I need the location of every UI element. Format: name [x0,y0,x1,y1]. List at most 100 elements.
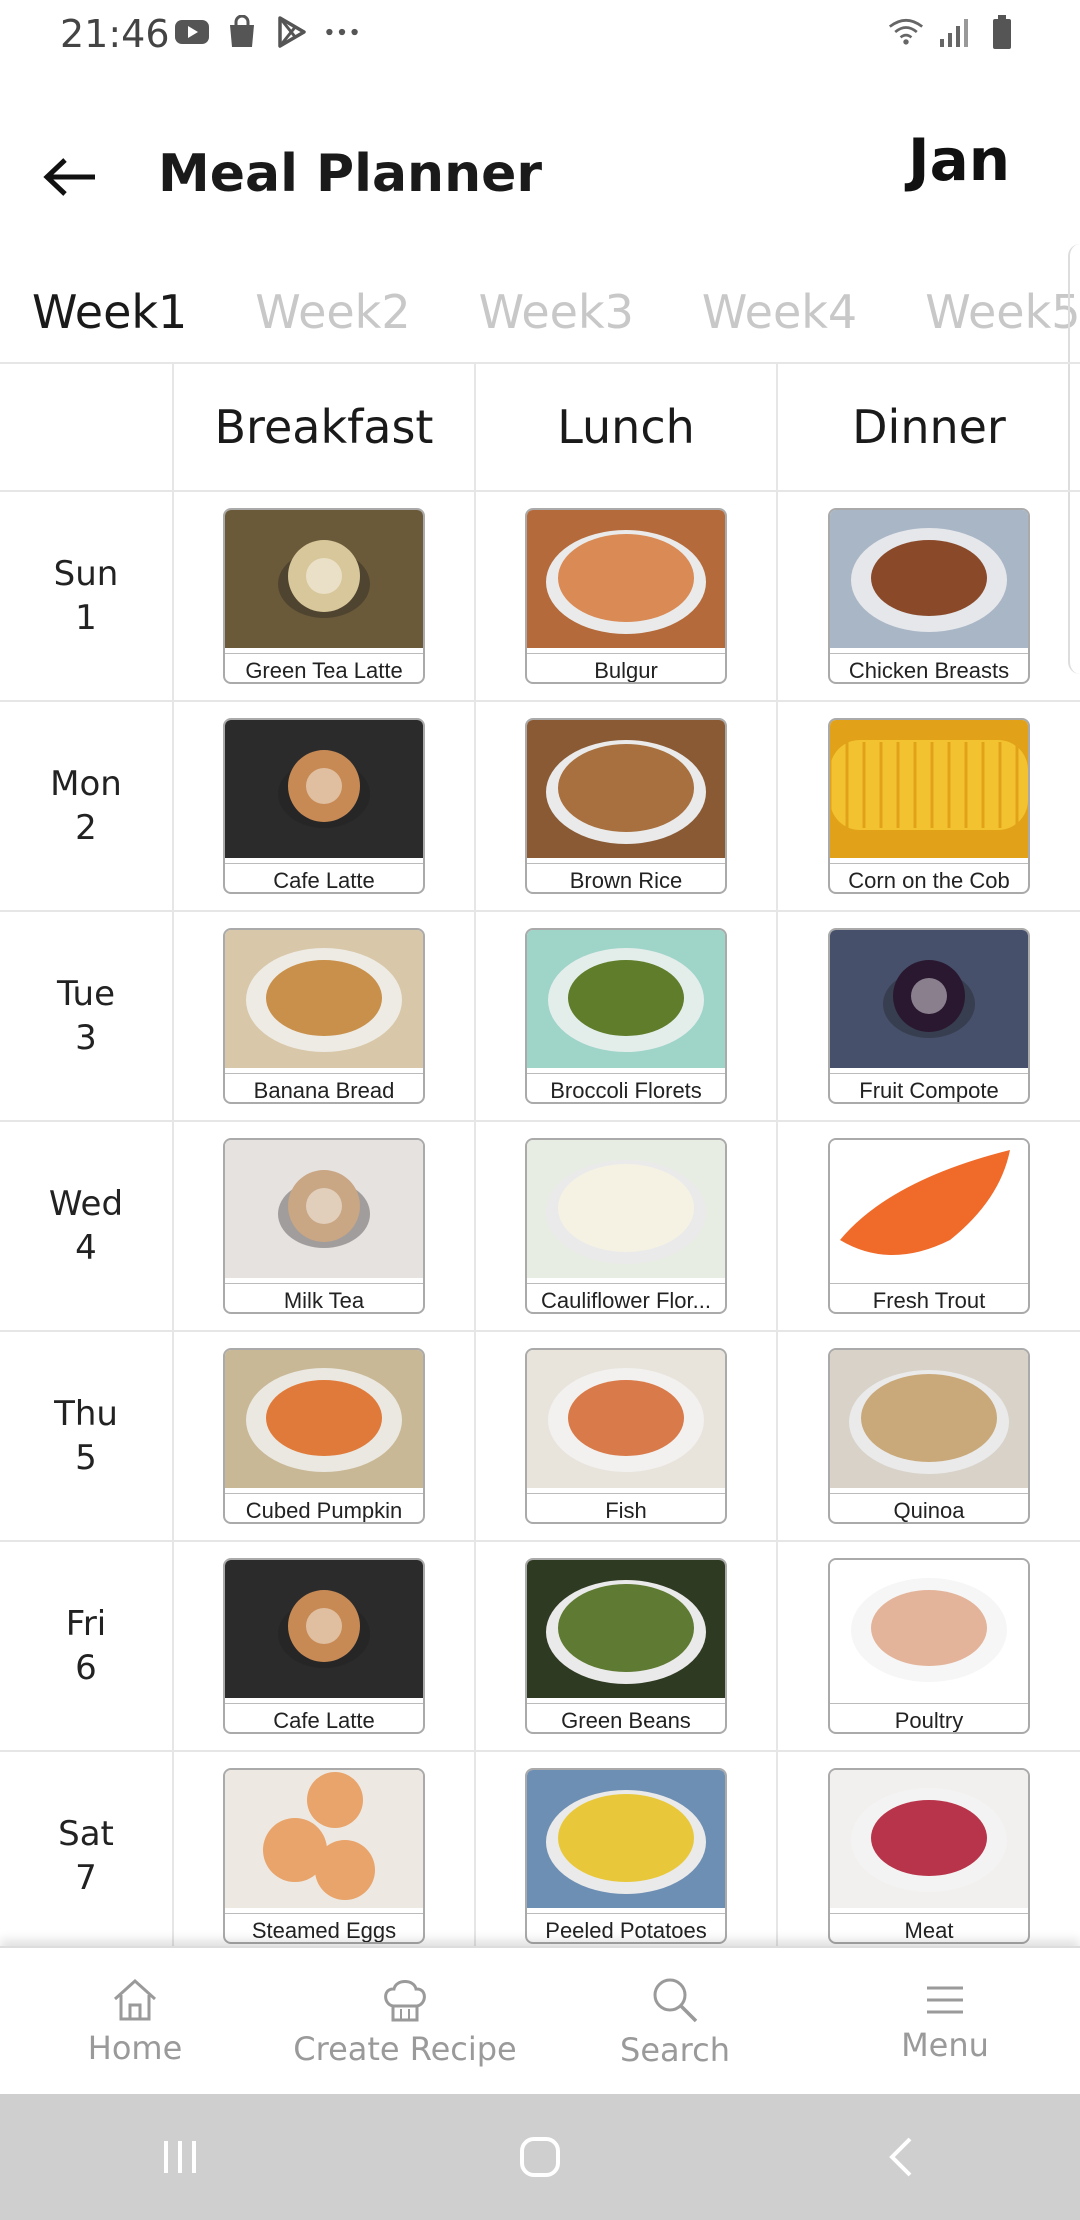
play-store-icon [274,14,310,50]
meal-image [225,510,423,653]
meal-image [830,930,1028,1073]
search-icon [653,1978,698,2023]
meal-name: Bulgur [527,653,725,682]
column-header-lunch: Lunch [476,364,778,490]
day-name: Fri [65,1604,107,1644]
meal-image [527,510,725,653]
tab-week3[interactable]: Week3 [479,285,634,339]
meal-card[interactable]: Cauliflower Flor... [525,1138,727,1314]
meal-cell-lunch: Brown Rice [476,702,778,910]
month-selector[interactable]: Jan [908,126,1010,194]
meal-image [225,1140,423,1283]
meal-cell-dinner: Corn on the Cob [778,702,1080,910]
meal-card[interactable]: Broccoli Florets [525,928,727,1104]
meal-card[interactable]: Steamed Eggs [223,1768,425,1944]
home-system-button[interactable] [500,2117,580,2197]
meal-card[interactable]: Quinoa [828,1348,1030,1524]
tab-week1[interactable]: Week1 [32,285,187,339]
meal-card[interactable]: Corn on the Cob [828,718,1030,894]
day-row: Tue 3 Banana Bread Broccoli Florets Frui… [0,912,1080,1122]
day-label: Sun 1 [54,552,119,640]
meal-card[interactable]: Peeled Potatoes [525,1768,727,1944]
meal-cell-breakfast: Cubed Pumpkin [174,1332,476,1540]
meal-card[interactable]: Green Tea Latte [223,508,425,684]
chef-hat-icon [384,1980,426,2022]
meal-name: Poultry [830,1703,1028,1732]
meal-card[interactable]: Cubed Pumpkin [223,1348,425,1524]
day-number: 3 [75,1018,97,1058]
nav-menu[interactable]: Menu [810,1948,1080,2096]
nav-create-recipe[interactable]: Create Recipe [270,1948,540,2096]
meal-grid: Breakfast Lunch Dinner Sun 1 Green Tea L… [0,362,1080,1950]
signal-icon [936,14,972,50]
column-header-breakfast: Breakfast [174,364,476,490]
day-number: 6 [75,1648,97,1688]
meal-card[interactable]: Cafe Latte [223,718,425,894]
meal-card[interactable]: Milk Tea [223,1138,425,1314]
meal-name: Milk Tea [225,1283,423,1312]
day-cell: Thu 5 [0,1332,174,1540]
day-label: Sat 7 [58,1812,114,1900]
back-arrow-icon [43,158,95,196]
meal-name: Meat [830,1913,1028,1942]
day-row: Thu 5 Cubed Pumpkin Fish Quinoa [0,1332,1080,1542]
meal-image [527,1770,725,1913]
meal-image [527,1560,725,1703]
meal-card[interactable]: Green Beans [525,1558,727,1734]
shopping-bag-icon [224,14,260,50]
tab-week4[interactable]: Week4 [702,285,857,339]
meal-cell-lunch: Bulgur [476,492,778,700]
day-label: Wed 4 [49,1182,123,1270]
day-cell: Tue 3 [0,912,174,1120]
meal-card[interactable]: Poultry [828,1558,1030,1734]
meal-image [830,1350,1028,1493]
meal-image [527,1140,725,1283]
nav-home[interactable]: Home [0,1948,270,2096]
meal-card[interactable]: Banana Bread [223,928,425,1104]
meal-image [225,930,423,1073]
meal-cell-breakfast: Cafe Latte [174,702,476,910]
nav-menu-label: Menu [901,2026,989,2064]
day-cell: Wed 4 [0,1122,174,1330]
meal-card[interactable]: Chicken Breasts [828,508,1030,684]
meal-name: Cafe Latte [225,863,423,892]
day-label: Thu 5 [54,1392,118,1480]
meal-card[interactable]: Brown Rice [525,718,727,894]
day-number: 4 [75,1228,97,1268]
recent-apps-button[interactable] [140,2117,220,2197]
bottom-navigation: Home Create Recipe Search Menu [0,1946,1080,2096]
meal-name: Green Tea Latte [225,653,423,682]
meal-name: Cauliflower Flor... [527,1283,725,1312]
meal-card[interactable]: Fresh Trout [828,1138,1030,1314]
tab-week5[interactable]: Week5 [925,285,1080,339]
corner-cell [0,364,174,490]
youtube-icon [174,14,210,50]
day-name: Mon [50,764,122,804]
meal-card[interactable]: Cafe Latte [223,1558,425,1734]
nav-search[interactable]: Search [540,1948,810,2096]
day-number: 1 [75,598,97,638]
meal-name: Corn on the Cob [830,863,1028,892]
meal-cell-dinner: Fruit Compote [778,912,1080,1120]
tab-week2[interactable]: Week2 [255,285,410,339]
meal-name: Banana Bread [225,1073,423,1102]
meal-name: Quinoa [830,1493,1028,1522]
battery-icon [984,14,1020,50]
meal-card[interactable]: Fish [525,1348,727,1524]
meal-name: Chicken Breasts [830,653,1028,682]
column-header-dinner: Dinner [852,400,1006,454]
meal-card[interactable]: Fruit Compote [828,928,1030,1104]
app-header: Meal Planner Jan [0,100,1080,250]
meal-cell-lunch: Peeled Potatoes [476,1752,778,1950]
meal-cell-lunch: Green Beans [476,1542,778,1750]
meal-cell-lunch: Broccoli Florets [476,912,778,1120]
meal-card[interactable]: Bulgur [525,508,727,684]
meal-image [830,1770,1028,1913]
meal-card[interactable]: Meat [828,1768,1030,1944]
meal-name: Green Beans [527,1703,725,1732]
back-button[interactable] [36,142,106,212]
meal-image [830,510,1028,653]
day-number: 7 [75,1858,97,1898]
day-row: Sun 1 Green Tea Latte Bulgur Chicken Bre… [0,492,1080,702]
back-system-button[interactable] [860,2117,940,2197]
